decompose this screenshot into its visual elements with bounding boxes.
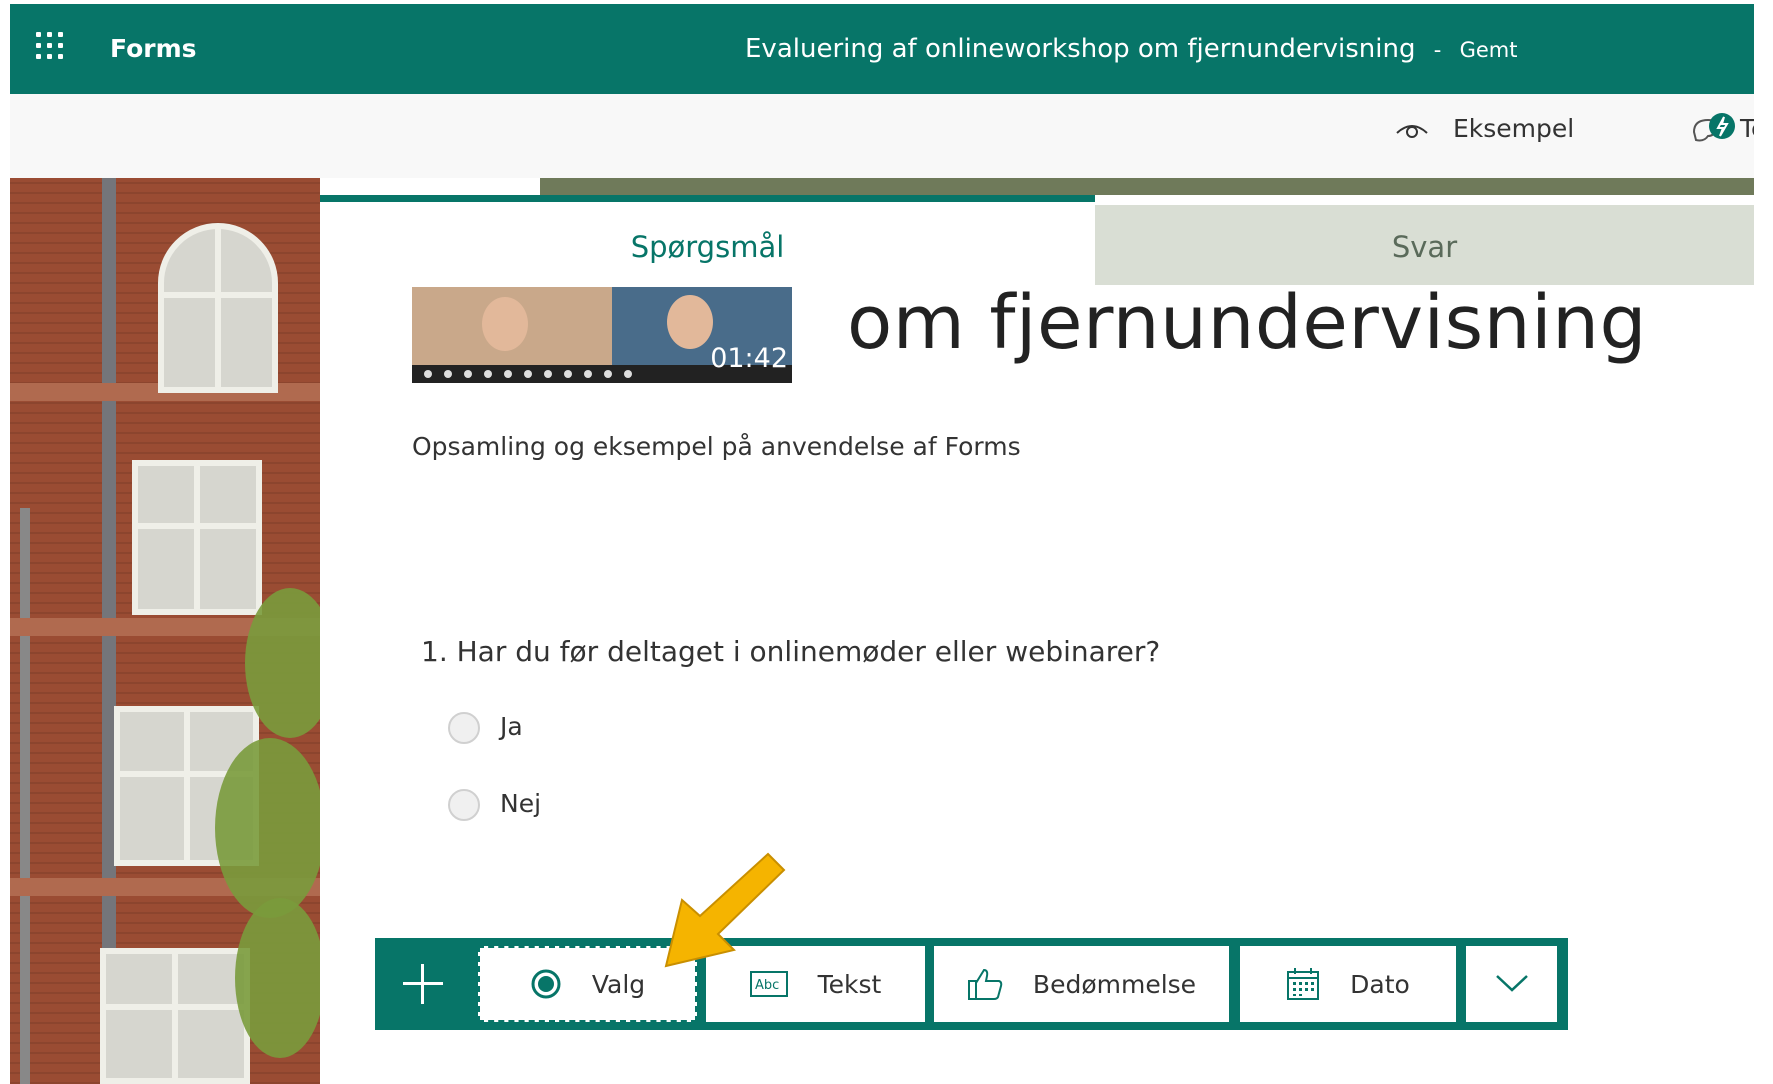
option-label: Ja bbox=[500, 712, 523, 741]
more-types-button[interactable] bbox=[1466, 946, 1557, 1022]
document-title[interactable]: Evaluering af onlineworkshop om fjernund… bbox=[745, 34, 1517, 64]
choice-label: Valg bbox=[591, 969, 646, 999]
command-bar: Eksempel Te bbox=[10, 94, 1754, 178]
chevron-down-icon bbox=[1495, 970, 1529, 999]
title-separator: - bbox=[1433, 38, 1442, 62]
text-abc-icon: Abc bbox=[749, 971, 788, 997]
thumbs-up-icon bbox=[967, 967, 1003, 1001]
building-window bbox=[100, 948, 250, 1084]
save-status: Gemt bbox=[1459, 38, 1518, 62]
tab-questions[interactable]: Spørgsmål bbox=[320, 195, 1095, 285]
question-text: Har du før deltaget i onlinemøder eller … bbox=[456, 635, 1161, 668]
tab-questions-label: Spørgsmål bbox=[630, 230, 785, 264]
video-duration: 01:42 bbox=[710, 343, 788, 374]
app-header: Forms Evaluering af onlineworkshop om fj… bbox=[10, 4, 1754, 94]
add-question-toolbar: Valg Abc Tekst Bedømmelse Dato bbox=[375, 938, 1568, 1030]
form-description[interactable]: Opsamling og eksempel på anvendelse af F… bbox=[412, 432, 1021, 461]
add-question-button[interactable] bbox=[375, 938, 475, 1030]
option-ja[interactable]: Ja bbox=[448, 712, 523, 744]
form-title[interactable]: om fjernundervisning bbox=[847, 280, 1647, 366]
yellow-arrow-icon bbox=[664, 852, 786, 968]
video-thumbnail[interactable]: 01:42 bbox=[412, 287, 792, 383]
radio-button[interactable] bbox=[448, 712, 480, 744]
rating-label: Bedømmelse bbox=[1032, 969, 1197, 999]
palette-icon bbox=[1692, 113, 1735, 142]
eye-icon bbox=[1396, 125, 1428, 138]
theme-button[interactable]: Te bbox=[1690, 112, 1754, 148]
question-title[interactable]: 1. Har du før deltaget i onlinemøder ell… bbox=[421, 635, 1160, 668]
svg-text:Abc: Abc bbox=[755, 978, 779, 993]
text-label: Tekst bbox=[817, 969, 882, 999]
option-nej[interactable]: Nej bbox=[448, 789, 541, 821]
app-name[interactable]: Forms bbox=[110, 34, 197, 63]
date-label: Dato bbox=[1350, 969, 1410, 999]
date-button[interactable]: Dato bbox=[1240, 946, 1456, 1022]
question-number: 1. bbox=[421, 635, 448, 668]
radio-button[interactable] bbox=[448, 789, 480, 821]
app-launcher-icon[interactable] bbox=[36, 32, 68, 64]
tab-responses[interactable]: Svar bbox=[1095, 205, 1754, 285]
preview-button[interactable]: Eksempel bbox=[1395, 114, 1574, 143]
building-window bbox=[132, 460, 262, 615]
radio-choice-icon bbox=[530, 968, 562, 1000]
building-window bbox=[158, 223, 278, 393]
theme-label: Te bbox=[1740, 114, 1754, 143]
tab-responses-label: Svar bbox=[1391, 230, 1458, 264]
calendar-icon bbox=[1286, 967, 1320, 1001]
option-label: Nej bbox=[500, 789, 542, 818]
document-title-text: Evaluering af onlineworkshop om fjernund… bbox=[745, 34, 1416, 64]
rating-button[interactable]: Bedømmelse bbox=[934, 946, 1229, 1022]
preview-label: Eksempel bbox=[1453, 114, 1575, 143]
